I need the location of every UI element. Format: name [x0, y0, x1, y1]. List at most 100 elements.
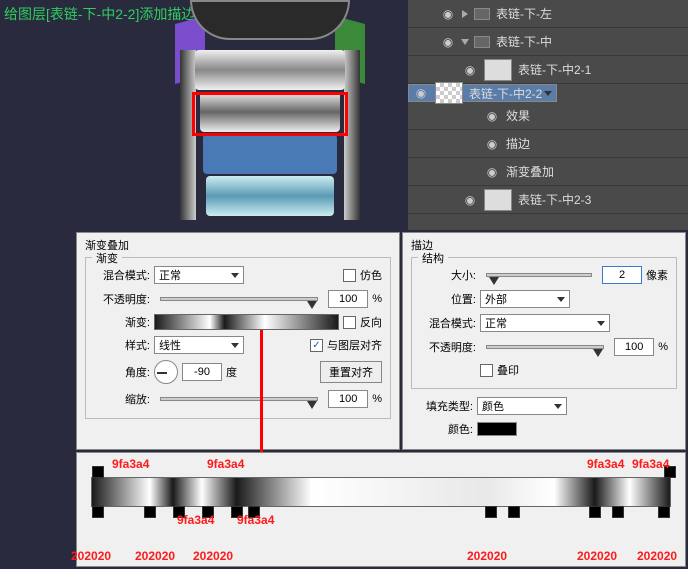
layer-row[interactable]: ◉ 表链-下-中 [408, 28, 688, 56]
visibility-icon[interactable]: ◉ [440, 6, 456, 22]
visibility-icon[interactable]: ◉ [484, 164, 500, 180]
visibility-icon[interactable]: ◉ [462, 192, 478, 208]
stop-color-label: 202020 [637, 549, 677, 563]
layer-label: 表链-下-中 [496, 33, 552, 50]
scale-unit: % [372, 393, 382, 405]
dither-checkbox[interactable] [343, 269, 356, 282]
visibility-icon[interactable]: ◉ [462, 62, 478, 78]
expand-icon[interactable] [462, 10, 468, 18]
style-label: 样式: [94, 337, 150, 353]
opacity-stop[interactable] [92, 466, 104, 478]
size-value[interactable]: 2 [602, 266, 642, 284]
color-stop[interactable] [658, 506, 670, 518]
folder-icon [474, 36, 490, 48]
fx-item-row[interactable]: ◉ 渐变叠加 [408, 158, 688, 186]
color-label: 颜色: [417, 421, 473, 437]
color-stop[interactable] [612, 506, 624, 518]
opacity-slider[interactable] [160, 297, 318, 301]
opacity-unit: % [658, 341, 668, 353]
stop-color-label: 202020 [135, 549, 175, 563]
opacity-unit: % [372, 293, 382, 305]
reset-align-button[interactable]: 重置对齐 [320, 361, 382, 383]
size-slider[interactable] [486, 273, 592, 277]
watch-illustration [140, 0, 400, 230]
size-label: 大小: [420, 267, 476, 283]
size-unit: 像素 [646, 267, 668, 283]
layer-label: 表链-下-左 [496, 5, 552, 22]
stop-color-label: 202020 [467, 549, 507, 563]
opacity-value[interactable]: 100 [614, 338, 654, 356]
blend-select[interactable]: 正常 [480, 314, 610, 332]
reverse-label: 反向 [360, 314, 382, 330]
position-label: 位置: [420, 291, 476, 307]
scale-label: 缩放: [94, 391, 150, 407]
opacity-label: 不透明度: [94, 291, 150, 307]
visibility-icon[interactable]: ◉ [413, 85, 429, 101]
dither-label: 仿色 [360, 267, 382, 283]
color-stop[interactable] [92, 506, 104, 518]
section-label: 渐变 [92, 250, 122, 266]
fx-item-label: 描边 [506, 135, 530, 152]
gradient-bar[interactable] [91, 477, 671, 507]
layers-panel: ◉ 表链-下-左 ◉ 表链-下-中 ◉ 表链-下-中2-1 ◉ 表链-下-中2-… [408, 0, 688, 230]
fx-label: 效果 [506, 107, 530, 124]
angle-value[interactable]: -90 [182, 363, 222, 381]
gradient-label: 渐变: [94, 314, 150, 330]
section-label: 结构 [418, 250, 448, 266]
fill-select[interactable]: 颜色 [477, 397, 567, 415]
stop-color-label: 9fa3a4 [112, 457, 149, 471]
dialog-title: 描边 [411, 237, 677, 253]
layer-label: 表链-下-中2-3 [518, 191, 591, 208]
position-select[interactable]: 外部 [480, 290, 570, 308]
stop-color-label: 202020 [71, 549, 111, 563]
layer-label: 表链-下-中2-2 [469, 85, 542, 102]
overprint-label: 叠印 [497, 362, 519, 378]
opacity-slider[interactable] [486, 345, 604, 349]
layer-row[interactable]: ◉ 表链-下-中2-1 [408, 56, 688, 84]
blend-select[interactable]: 正常 [154, 266, 244, 284]
color-stop[interactable] [508, 506, 520, 518]
color-stop[interactable] [144, 506, 156, 518]
visibility-icon[interactable]: ◉ [484, 108, 500, 124]
color-stop[interactable] [485, 506, 497, 518]
stop-color-label: 9fa3a4 [177, 513, 214, 527]
fx-item-row[interactable]: ◉ 描边 [408, 130, 688, 158]
layer-row-selected[interactable]: ◉ 表链-下-中2-2 [408, 84, 557, 102]
stop-color-label: 9fa3a4 [632, 457, 669, 471]
angle-unit: 度 [226, 364, 237, 380]
angle-label: 角度: [94, 364, 150, 380]
opacity-label: 不透明度: [420, 339, 476, 355]
align-checkbox[interactable] [310, 339, 323, 352]
layer-thumb [435, 82, 463, 104]
folder-icon [474, 8, 490, 20]
layer-thumb [484, 189, 512, 211]
fx-item-label: 渐变叠加 [506, 163, 554, 180]
highlight-rect [192, 92, 348, 136]
overprint-checkbox[interactable] [480, 364, 493, 377]
layer-row[interactable]: ◉ 表链-下-中2-3 [408, 186, 688, 214]
reverse-checkbox[interactable] [343, 316, 356, 329]
expand-icon[interactable] [461, 39, 469, 45]
scale-value[interactable]: 100 [328, 390, 368, 408]
angle-dial[interactable] [154, 360, 178, 384]
color-stop[interactable] [589, 506, 601, 518]
stop-color-label: 9fa3a4 [207, 457, 244, 471]
color-swatch[interactable] [477, 422, 517, 436]
fx-row[interactable]: ◉ 效果 [408, 102, 688, 130]
opacity-value[interactable]: 100 [328, 290, 368, 308]
callout-arrow [260, 330, 263, 470]
visibility-icon[interactable]: ◉ [440, 34, 456, 50]
stop-color-label: 202020 [193, 549, 233, 563]
dialog-title: 渐变叠加 [85, 237, 391, 253]
stop-color-label: 9fa3a4 [237, 513, 274, 527]
scale-slider[interactable] [160, 397, 318, 401]
style-select[interactable]: 线性 [154, 336, 244, 354]
visibility-icon[interactable]: ◉ [484, 136, 500, 152]
stop-color-label: 202020 [577, 549, 617, 563]
gradient-picker[interactable] [154, 314, 339, 330]
gradient-overlay-dialog: 渐变叠加 渐变 混合模式: 正常 仿色 不透明度: 100 % 渐变: 反向 样… [76, 232, 400, 450]
stroke-dialog: 描边 结构 大小: 2 像素 位置: 外部 混合模式: 正常 不透明度: 100… [402, 232, 686, 450]
blend-label: 混合模式: [420, 315, 476, 331]
layer-thumb [484, 59, 512, 81]
layer-row[interactable]: ◉ 表链-下-左 [408, 0, 688, 28]
